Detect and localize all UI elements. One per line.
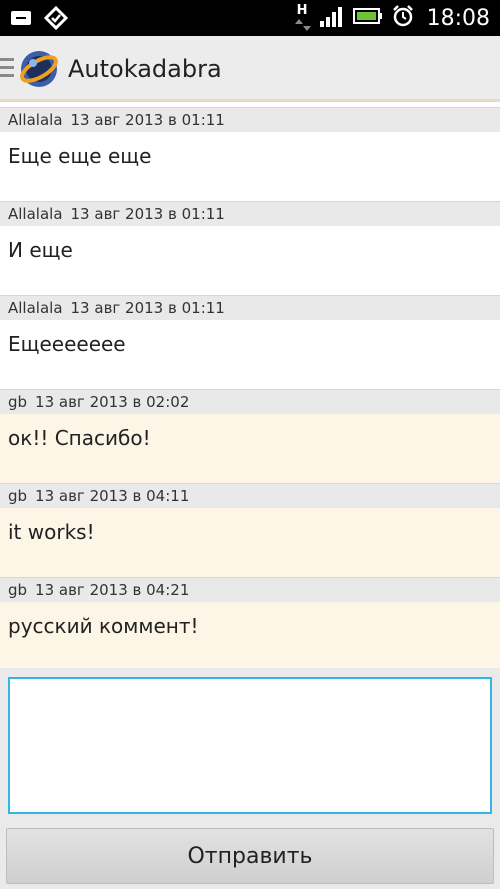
comment-date: 13 авг 2013 в 04:21	[35, 581, 190, 599]
comment-date: 13 авг 2013 в 01:11	[70, 299, 225, 317]
comment-header: gb 13 авг 2013 в 02:02	[0, 389, 500, 414]
comment-date: 13 авг 2013 в 01:11	[70, 205, 225, 223]
comment-item[interactable]: gb 13 авг 2013 в 04:11 it works!	[0, 483, 500, 577]
comment-text: it works!	[0, 508, 500, 577]
send-button[interactable]: Отправить	[6, 828, 494, 884]
comment-input[interactable]	[8, 677, 492, 814]
comment-author[interactable]: Allalala	[8, 205, 63, 223]
comments-list[interactable]: Allalala 13 авг 2013 в 01:11 Еще еще еще Al…	[0, 107, 500, 671]
comment-text: ок!! Спасибо!	[0, 414, 500, 483]
comment-author[interactable]: gb	[8, 581, 27, 599]
comment-header: Allalala 13 авг 2013 в 01:11	[0, 107, 500, 132]
alarm-icon	[391, 4, 415, 32]
comment-header: Allalala 13 авг 2013 в 01:11	[0, 295, 500, 320]
comment-author[interactable]: gb	[8, 393, 27, 411]
comment-text: русский коммент!	[0, 602, 500, 671]
comment-item[interactable]: Allalala 13 авг 2013 в 01:11 Еще еще еще	[0, 107, 500, 201]
comment-item[interactable]: gb 13 авг 2013 в 02:02 ок!! Спасибо!	[0, 389, 500, 483]
comment-header: gb 13 авг 2013 в 04:11	[0, 483, 500, 508]
comment-header: gb 13 авг 2013 в 04:21	[0, 577, 500, 602]
action-bar: Autokadabra	[0, 36, 500, 102]
comment-text: Еще еще еще	[0, 132, 500, 201]
drawer-menu-icon[interactable]	[0, 58, 14, 78]
comment-header: Allalala 13 авг 2013 в 01:11	[0, 201, 500, 226]
comment-item[interactable]: Allalala 13 авг 2013 в 01:11 Ещеееееее	[0, 295, 500, 389]
status-bar: H 18:08	[0, 0, 500, 36]
system-icons: H 18:08	[294, 0, 490, 36]
comment-text: Ещеееееее	[0, 320, 500, 389]
network-hspa-icon: H	[294, 3, 311, 33]
comment-text: И еще	[0, 226, 500, 295]
app-logo-icon[interactable]	[18, 48, 60, 90]
comment-author[interactable]: Allalala	[8, 299, 63, 317]
comment-date: 13 авг 2013 в 04:11	[35, 487, 190, 505]
comment-item[interactable]: Allalala 13 авг 2013 в 01:11 И еще	[0, 201, 500, 295]
foursquare-icon	[43, 5, 69, 34]
comment-author[interactable]: Allalala	[8, 111, 63, 129]
comment-item[interactable]: gb 13 авг 2013 в 04:21 русский коммент!	[0, 577, 500, 671]
signal-icon	[319, 5, 345, 31]
comment-date: 13 авг 2013 в 01:11	[70, 111, 225, 129]
comment-composer: Отправить	[0, 668, 500, 889]
battery-icon	[352, 7, 383, 29]
comment-author[interactable]: gb	[8, 487, 27, 505]
network-type-label: H	[296, 3, 308, 18]
status-time: 18:08	[426, 5, 490, 31]
notification-icons	[10, 5, 69, 34]
message-icon	[10, 9, 32, 31]
app-title: Autokadabra	[68, 55, 222, 83]
comment-date: 13 авг 2013 в 02:02	[35, 393, 190, 411]
